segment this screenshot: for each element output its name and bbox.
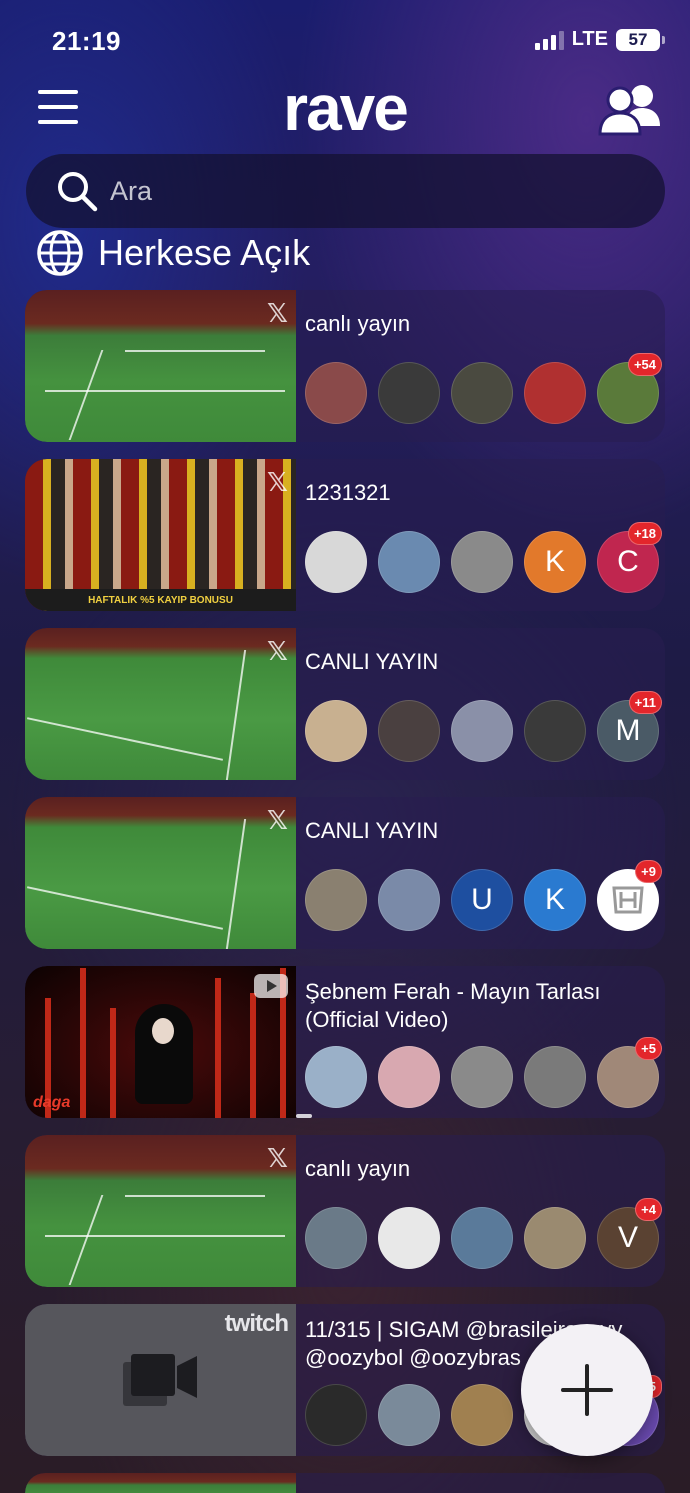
avatar xyxy=(378,700,440,762)
thumbnail-banner: HAFTALIK %5 KAYIP BONUSU xyxy=(25,589,296,611)
room-thumbnail xyxy=(25,1473,296,1493)
room-title: canlı yayın xyxy=(305,1156,411,1181)
avatar xyxy=(451,362,513,424)
room-card[interactable] xyxy=(25,1473,665,1493)
x-platform-icon: 𝕏 xyxy=(267,1143,288,1173)
search-icon xyxy=(58,172,98,212)
room-list: 𝕏 canlı yayın +54 HAFTALIK %5 KAYIP BONU… xyxy=(25,290,665,1493)
member-count-badge: +18 xyxy=(627,522,662,545)
scroll-indicator xyxy=(296,1114,312,1118)
avatar xyxy=(524,362,586,424)
room-thumbnail: 𝕏 xyxy=(25,1135,296,1287)
x-platform-icon: 𝕏 xyxy=(267,636,288,666)
avatar xyxy=(378,1384,440,1446)
room-thumbnail: 𝕏 xyxy=(25,797,296,949)
honda-logo-icon xyxy=(612,886,644,914)
globe-icon xyxy=(37,230,83,276)
room-thumbnail: HAFTALIK %5 KAYIP BONUSU 𝕏 xyxy=(25,459,296,611)
avatar-initial: C +18 xyxy=(597,522,662,593)
avatar-initial: K xyxy=(524,869,586,931)
avatar xyxy=(451,1046,513,1108)
avatar xyxy=(451,1207,513,1269)
x-platform-icon: 𝕏 xyxy=(267,467,288,497)
avatar xyxy=(451,700,513,762)
member-count-badge: +4 xyxy=(635,1198,662,1221)
avatar xyxy=(524,700,586,762)
status-time: 21:19 xyxy=(52,26,121,56)
avatar-list: V +4 xyxy=(305,1198,662,1269)
room-card[interactable]: 𝕏 canlı yayın V +4 xyxy=(25,1135,665,1287)
x-platform-icon: 𝕏 xyxy=(267,298,288,328)
avatar xyxy=(451,531,513,593)
status-bar: 21:19 LTE 57 xyxy=(0,0,690,80)
youtube-icon xyxy=(254,974,288,998)
search-input[interactable] xyxy=(110,175,610,207)
avatar xyxy=(305,869,367,931)
member-count-badge: +5 xyxy=(635,1037,662,1060)
room-card[interactable]: 𝕏 canlı yayın +54 xyxy=(25,290,665,442)
avatar xyxy=(378,869,440,931)
avatar: +9 xyxy=(597,860,662,931)
avatar xyxy=(305,531,367,593)
avatar-list: K C +18 xyxy=(305,522,662,593)
member-count-badge: +54 xyxy=(627,353,662,376)
avatar-initial: V +4 xyxy=(597,1198,662,1269)
member-count-badge: +11 xyxy=(628,691,662,714)
avatar xyxy=(378,1207,440,1269)
avatar xyxy=(305,362,367,424)
twitch-icon: twitch xyxy=(224,1310,289,1337)
search-bar[interactable] xyxy=(26,154,665,228)
video-placeholder-icon xyxy=(122,1354,197,1406)
avatar-list: +5 xyxy=(305,1037,662,1108)
battery-icon: 57 xyxy=(616,28,665,51)
plus-icon xyxy=(561,1364,613,1416)
rave-logo: rave xyxy=(283,72,409,144)
avatar xyxy=(451,1384,513,1446)
create-room-button[interactable] xyxy=(521,1324,653,1456)
avatar-list: +54 xyxy=(305,353,662,424)
section-title: Herkese Açık xyxy=(98,232,311,273)
avatar xyxy=(305,1046,367,1108)
avatar-list: U K +9 xyxy=(305,860,662,931)
room-title: 1231321 xyxy=(305,480,391,505)
avatar xyxy=(524,1046,586,1108)
room-card[interactable]: 𝕏 CANLI YAYIN M +11 xyxy=(25,628,665,780)
room-title: Şebnem Ferah - Mayın Tarlası (Official V… xyxy=(305,979,601,1032)
avatar xyxy=(378,531,440,593)
room-card[interactable]: HAFTALIK %5 KAYIP BONUSU 𝕏 1231321 K C +1… xyxy=(25,459,665,611)
member-count-badge: +9 xyxy=(635,860,662,883)
status-indicators: LTE 57 xyxy=(534,28,665,51)
avatar xyxy=(305,700,367,762)
avatar: +54 xyxy=(597,353,662,424)
hamburger-icon[interactable] xyxy=(38,90,78,124)
room-card[interactable]: 𝕏 CANLI YAYIN U K +9 xyxy=(25,797,665,949)
x-platform-icon: 𝕏 xyxy=(267,805,288,835)
avatar-initial: M +11 xyxy=(597,691,662,762)
network-label: LTE xyxy=(571,28,608,50)
signal-icon xyxy=(534,30,564,50)
room-title: canlı yayın xyxy=(305,311,411,336)
room-thumbnail: 𝕏 xyxy=(25,290,296,442)
room-title: CANLI YAYIN xyxy=(305,649,439,674)
app-header: rave xyxy=(0,72,690,144)
channel-logo: daga xyxy=(33,1094,71,1111)
avatar xyxy=(305,1207,367,1269)
section-header: Herkese Açık xyxy=(36,228,310,278)
avatar-initial: U xyxy=(451,869,513,931)
room-thumbnail: 𝕏 xyxy=(25,628,296,780)
room-thumbnail: daga xyxy=(25,966,296,1118)
people-icon[interactable] xyxy=(598,82,664,136)
room-card[interactable]: daga Şebnem Ferah - Mayın Tarlası (Offic… xyxy=(25,966,665,1118)
avatar xyxy=(378,362,440,424)
avatar xyxy=(524,1207,586,1269)
room-thumbnail: twitch xyxy=(25,1304,296,1456)
avatar xyxy=(305,1384,367,1446)
avatar-list: M +11 xyxy=(305,691,662,762)
avatar xyxy=(378,1046,440,1108)
avatar-initial: K xyxy=(524,531,586,593)
room-title: CANLI YAYIN xyxy=(305,818,439,843)
avatar: +5 xyxy=(597,1037,662,1108)
